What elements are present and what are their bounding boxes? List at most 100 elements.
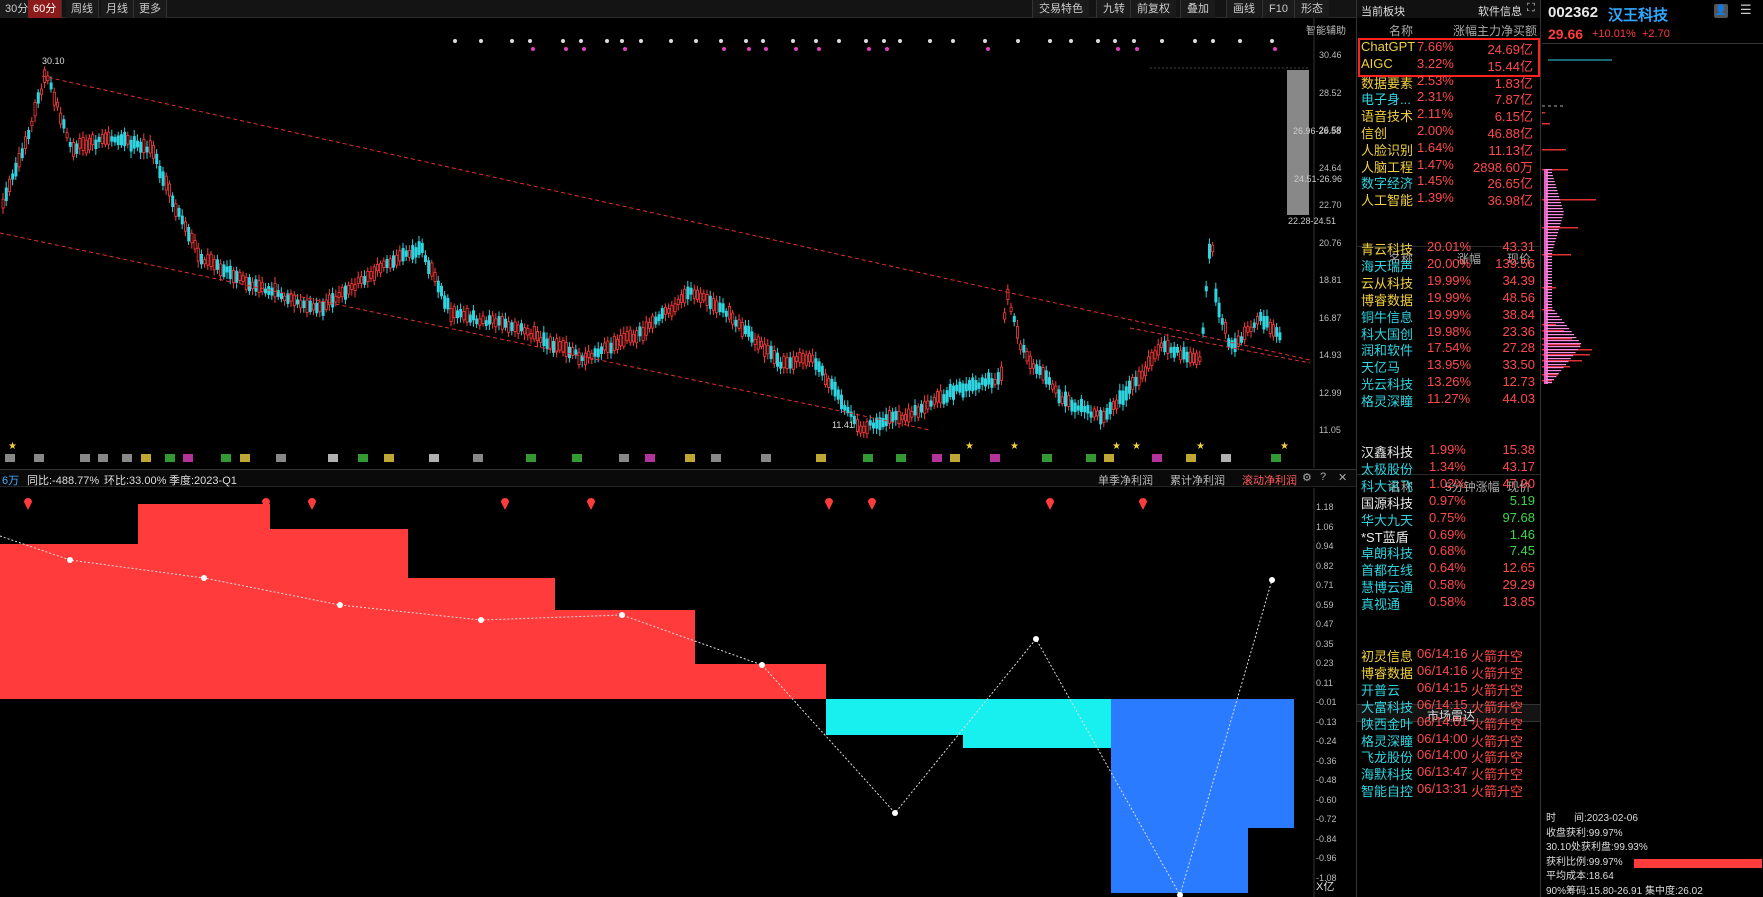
sector-title[interactable]: 当前板块 — [1361, 3, 1405, 19]
signal-marker[interactable] — [429, 454, 439, 462]
signal-marker[interactable] — [183, 454, 193, 462]
signal-marker[interactable] — [896, 454, 906, 462]
signal-marker[interactable] — [122, 454, 132, 462]
signal-marker[interactable] — [572, 454, 582, 462]
signal-marker[interactable] — [1104, 454, 1114, 462]
profit-bar[interactable] — [408, 578, 555, 699]
trend-point[interactable] — [1033, 636, 1039, 642]
profit-chart[interactable]: 1.18 1.06 0.94 0.82 0.71 0.59 0.47 0.35 0.23 0.11… — [0, 488, 1356, 897]
signal-marker[interactable] — [358, 454, 368, 462]
toolbar-button[interactable]: 九转 — [1096, 0, 1131, 18]
candle — [955, 384, 959, 392]
stock-panel: 002362 汉王科技 👤 ☰ 29.66 +10.01% +2.70 时 间:2… — [1542, 0, 1763, 897]
loss-bar[interactable] — [1111, 699, 1248, 893]
profit-bar[interactable] — [138, 504, 270, 699]
profit-bar[interactable] — [695, 664, 826, 699]
event-marker-icon[interactable] — [587, 498, 595, 510]
trend-point[interactable] — [478, 617, 484, 623]
signal-marker[interactable] — [990, 454, 1000, 462]
list-item[interactable]: 智能自控 06/13:31 火箭升空 — [1357, 780, 1540, 799]
signal-marker[interactable] — [1271, 454, 1281, 462]
toolbar-button[interactable]: 交易特色 — [1032, 0, 1089, 18]
loss-bar[interactable] — [963, 699, 1111, 748]
signal-marker[interactable] — [816, 454, 826, 462]
software-info[interactable]: 软件信息 — [1478, 3, 1522, 19]
close-icon[interactable]: ✕ — [1338, 471, 1347, 484]
signal-marker[interactable] — [1186, 454, 1196, 462]
user-icon[interactable]: 👤 — [1714, 4, 1728, 18]
list-item[interactable]: 人工智能 1.39% 36.98亿 — [1357, 189, 1540, 208]
signal-marker[interactable] — [384, 454, 394, 462]
toolbar-button[interactable]: 画线 — [1226, 0, 1261, 18]
tab-single-quarter[interactable]: 单季净利润 — [1098, 472, 1153, 488]
trend-point[interactable] — [759, 662, 765, 668]
event-marker-icon[interactable] — [1046, 498, 1054, 510]
settings-icon[interactable]: ⚙ — [1302, 471, 1312, 484]
signal-marker[interactable] — [1221, 454, 1231, 462]
menu-icon[interactable]: ☰ — [1740, 2, 1752, 18]
signal-marker[interactable] — [645, 454, 655, 462]
profit-bar[interactable] — [0, 544, 138, 699]
signal-marker[interactable] — [1086, 454, 1096, 462]
tab-cumulative[interactable]: 累计净利润 — [1170, 472, 1225, 488]
help-icon[interactable]: ? — [1320, 471, 1326, 483]
signal-marker[interactable] — [711, 454, 721, 462]
event-marker-icon[interactable] — [1139, 498, 1147, 510]
expand-icon[interactable]: ⛶ — [1527, 2, 1535, 15]
profit-bar[interactable] — [555, 610, 695, 699]
signal-marker[interactable] — [328, 454, 338, 462]
signal-marker[interactable] — [98, 454, 108, 462]
loss-bar[interactable] — [1248, 699, 1294, 828]
signal-marker[interactable] — [221, 454, 231, 462]
signal-marker[interactable] — [619, 454, 629, 462]
signal-marker[interactable] — [950, 454, 960, 462]
signal-marker[interactable] — [276, 454, 286, 462]
trend-line-lower[interactable] — [0, 232, 931, 431]
signal-marker[interactable] — [34, 454, 44, 462]
chip-bar — [1546, 277, 1552, 279]
signal-marker[interactable] — [473, 454, 483, 462]
toolbar-button[interactable]: 形态 — [1294, 0, 1329, 18]
signal-marker[interactable] — [165, 454, 175, 462]
period-button[interactable]: 更多 — [134, 0, 167, 18]
trend-point[interactable] — [337, 602, 343, 608]
signal-marker[interactable] — [685, 454, 695, 462]
candle — [4, 187, 8, 201]
event-marker-icon[interactable] — [24, 498, 32, 510]
event-marker-icon[interactable] — [308, 498, 316, 510]
toolbar-button[interactable]: 前复权 — [1130, 0, 1176, 18]
trend-line-upper[interactable] — [41, 75, 1311, 361]
signal-marker[interactable] — [1042, 454, 1052, 462]
signal-marker[interactable] — [1152, 454, 1162, 462]
stock-name[interactable]: 汉王科技 — [1608, 4, 1668, 25]
price-chart[interactable]: ★ ★ ★ ★ ★ ★ ★ 30.46 28.52 26.58 24.64 22.70 20.76 18… — [0, 18, 1356, 468]
signal-marker[interactable] — [761, 454, 771, 462]
trend-point[interactable] — [892, 810, 898, 816]
toolbar-button[interactable]: 叠加 — [1180, 0, 1215, 18]
event-marker-icon[interactable] — [825, 498, 833, 510]
profit-bar[interactable] — [270, 529, 408, 699]
loss-bar[interactable] — [826, 699, 963, 735]
trend-point[interactable] — [67, 557, 73, 563]
signal-marker[interactable] — [526, 454, 536, 462]
period-button[interactable]: 月线 — [101, 0, 134, 18]
period-button[interactable]: 周线 — [66, 0, 99, 18]
signal-marker[interactable] — [141, 454, 151, 462]
trend-point[interactable] — [1269, 577, 1275, 583]
tab-rolling[interactable]: 滚动净利润 — [1242, 472, 1297, 488]
trend-point[interactable] — [619, 612, 625, 618]
list-item[interactable]: 真视通 0.58% 13.85 — [1357, 593, 1540, 612]
list-item[interactable]: 格灵深瞳 11.27% 44.03 — [1357, 390, 1540, 409]
toolbar-button[interactable]: F10 — [1262, 0, 1294, 18]
chip-bar — [1546, 184, 1556, 186]
period-button[interactable]: 60分 — [28, 0, 63, 18]
signal-marker[interactable] — [240, 454, 250, 462]
event-marker-icon[interactable] — [501, 498, 509, 510]
event-marker-icon[interactable] — [868, 498, 876, 510]
signal-marker[interactable] — [863, 454, 873, 462]
candle — [427, 260, 431, 274]
trend-point[interactable] — [201, 575, 207, 581]
signal-marker[interactable] — [80, 454, 90, 462]
signal-marker[interactable] — [5, 454, 15, 462]
signal-marker[interactable] — [932, 454, 942, 462]
